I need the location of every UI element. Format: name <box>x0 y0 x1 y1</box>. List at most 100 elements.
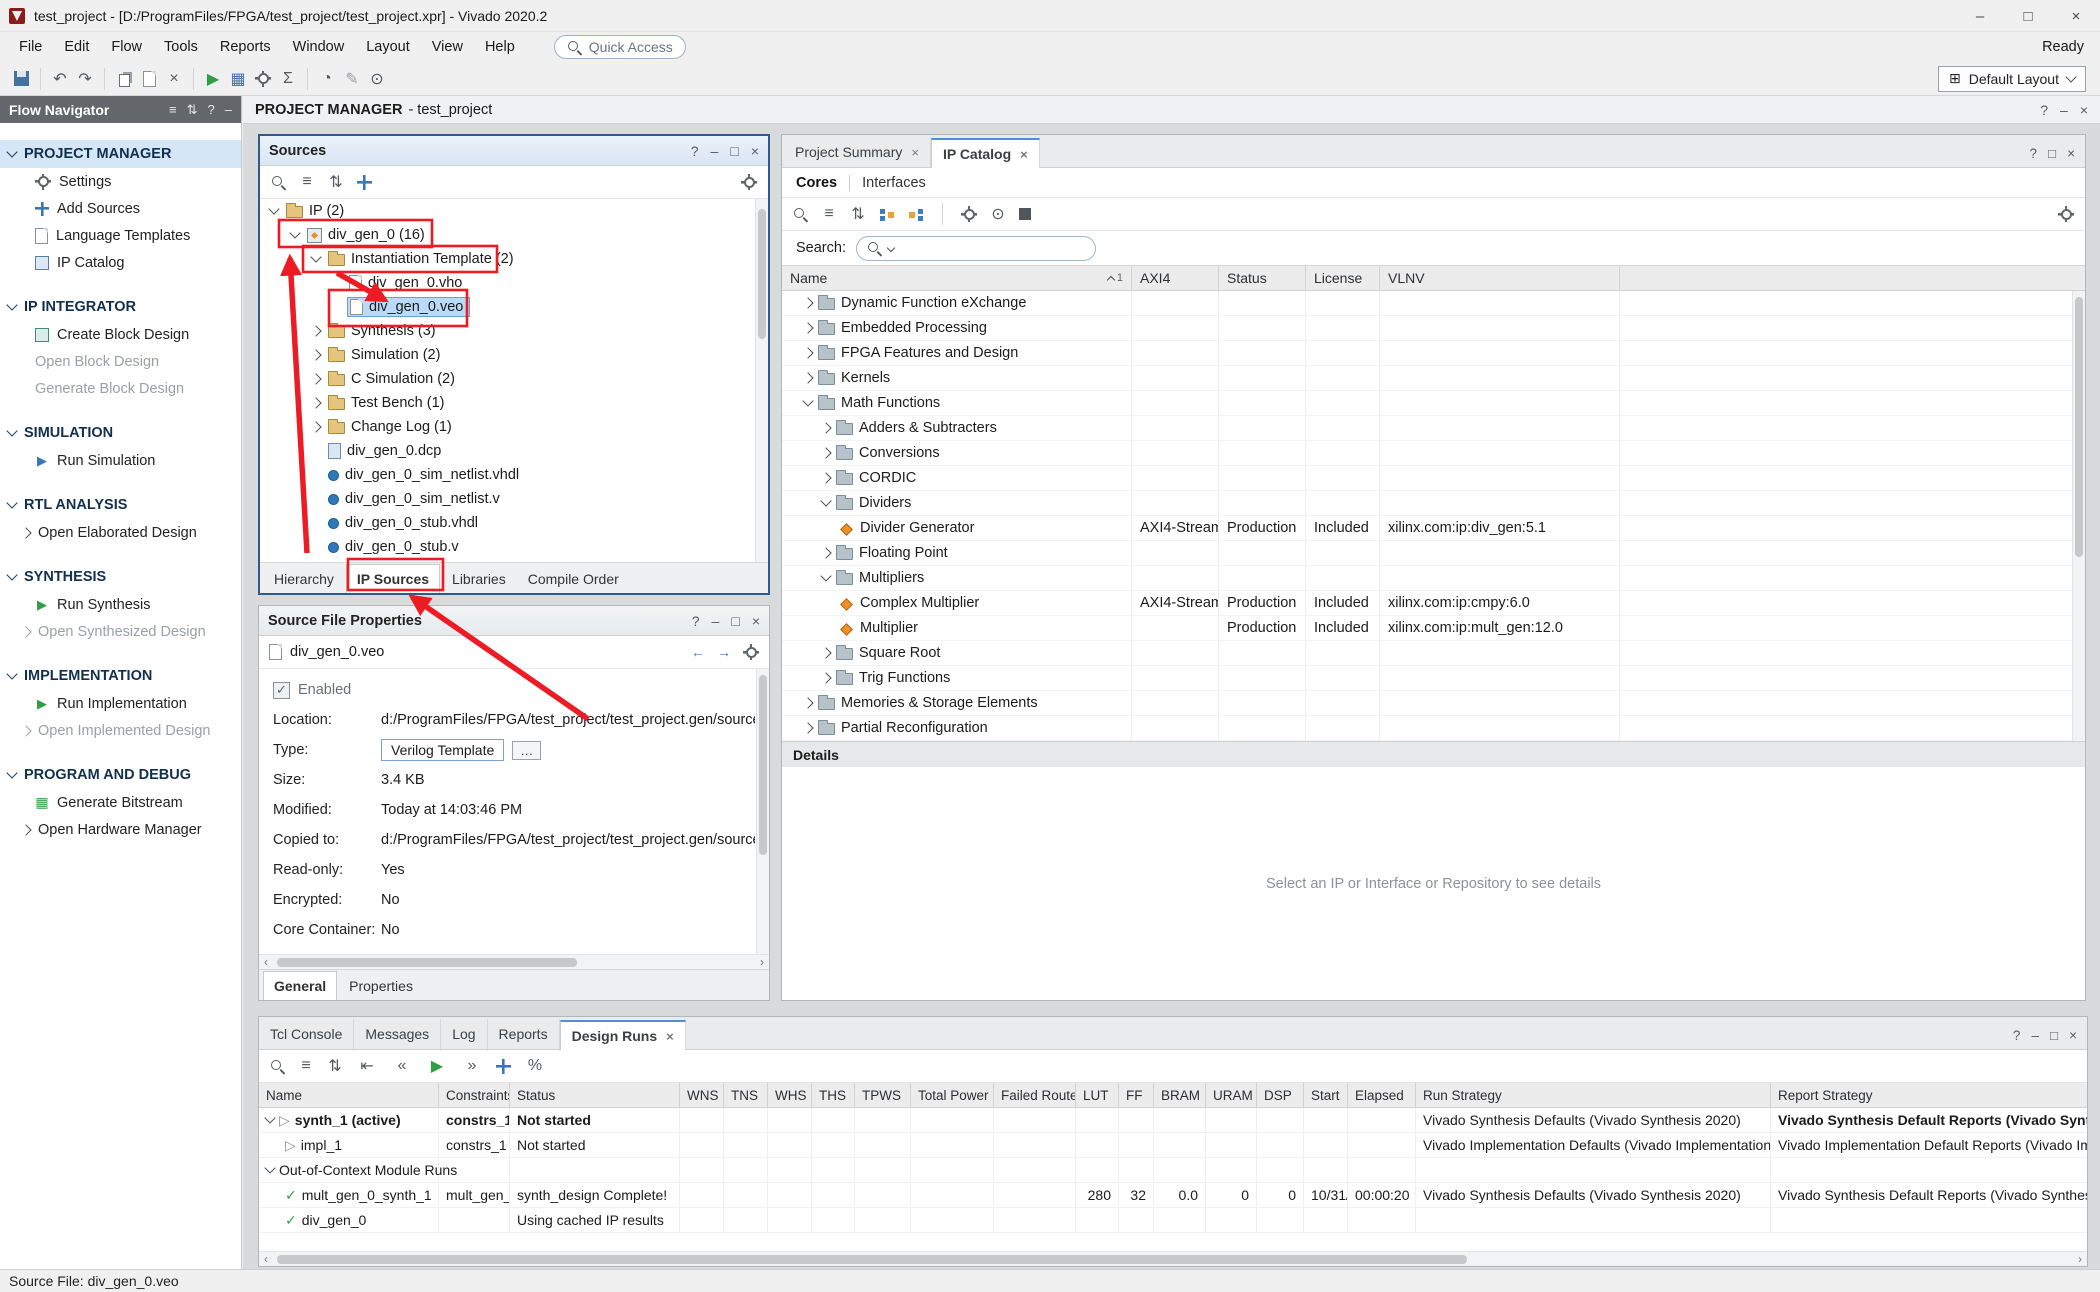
edit-icon[interactable]: ✎ <box>341 67 363 91</box>
catalog-row-divider-generator[interactable]: Divider Generator AXI4-StreamProductionI… <box>782 516 2085 541</box>
tree-item-stub-v[interactable]: div_gen_0_stub.v <box>260 535 768 559</box>
create-runs-icon[interactable] <box>496 1059 511 1074</box>
catalog-search-field[interactable] <box>856 236 1096 261</box>
menu-tools[interactable]: Tools <box>153 35 209 59</box>
run-row-synth-1[interactable]: ▷synth_1 (active) constrs_1 Not started … <box>259 1108 2087 1133</box>
column-status[interactable]: Status <box>1219 266 1306 290</box>
tab-compile-order[interactable]: Compile Order <box>518 565 629 593</box>
flownav-sort-icon[interactable]: ⇅ <box>187 102 198 118</box>
scroll-right-icon[interactable]: › <box>755 955 769 969</box>
column-report-strategy[interactable]: Report Strategy <box>1771 1083 2087 1107</box>
quick-access-search[interactable]: Quick Access <box>554 35 686 59</box>
column-ths[interactable]: THS <box>812 1083 855 1107</box>
help-icon[interactable]: ? <box>692 613 700 629</box>
flownav-menu-icon[interactable]: ≡ <box>169 102 177 118</box>
hierarchy-icon[interactable] <box>908 207 924 222</box>
catalog-row-cordic[interactable]: CORDIC <box>782 466 2085 491</box>
tree-item-stub-vhdl[interactable]: div_gen_0_stub.vhdl <box>260 511 768 535</box>
menu-help[interactable]: Help <box>474 35 526 59</box>
column-total-power[interactable]: Total Power <box>911 1083 994 1107</box>
catalog-row-kernels[interactable]: Kernels <box>782 366 2085 391</box>
undo-icon[interactable]: ↶ <box>49 67 71 91</box>
menu-window[interactable]: Window <box>282 35 356 59</box>
flownav-item-create-block-design[interactable]: Create Block Design <box>0 321 241 348</box>
design-runs-horizontal-scrollbar[interactable]: ‹ › <box>259 1251 2087 1266</box>
close-icon[interactable]: × <box>666 1029 674 1044</box>
run-row-div-gen[interactable]: ✓div_gen_0 Using cached IP results <box>259 1208 2087 1233</box>
minimize-icon[interactable]: ‒ <box>2060 102 2068 118</box>
catalog-row-conversions[interactable]: Conversions <box>782 441 2085 466</box>
column-status[interactable]: Status <box>510 1083 680 1107</box>
tree-item-synthesis[interactable]: Synthesis (3) <box>260 319 768 343</box>
scrollbar-thumb[interactable] <box>2075 297 2083 557</box>
column-name[interactable]: Name <box>259 1083 439 1107</box>
collapse-all-icon[interactable]: ≡ <box>821 202 837 226</box>
properties-panel-header[interactable]: Source File Properties ? ‒ □ × <box>259 606 769 636</box>
menu-view[interactable]: View <box>421 35 474 59</box>
tree-item-div-gen-0-dcp[interactable]: div_gen_0.dcp <box>260 439 768 463</box>
catalog-row-square-root[interactable]: Square Root <box>782 641 2085 666</box>
tab-properties[interactable]: Properties <box>339 972 423 1000</box>
window-maximize-button[interactable]: □ <box>2004 0 2052 32</box>
catalog-vertical-scrollbar[interactable] <box>2072 291 2085 741</box>
subtab-cores[interactable]: Cores <box>796 175 837 191</box>
flownav-item-run-simulation[interactable]: ▶ Run Simulation <box>0 447 241 474</box>
float-icon[interactable]: □ <box>730 143 738 159</box>
tab-messages[interactable]: Messages <box>354 1019 441 1049</box>
tree-item-div-gen-0-vho[interactable]: div_gen_0.vho <box>260 271 768 295</box>
sources-panel-header[interactable]: Sources ? ‒ □ × <box>260 136 768 166</box>
close-icon[interactable]: × <box>752 613 760 629</box>
minimize-icon[interactable]: ‒ <box>711 143 719 159</box>
flownav-section-simulation[interactable]: SIMULATION <box>0 419 241 447</box>
settings-gear-icon[interactable] <box>743 644 759 660</box>
column-wns[interactable]: WNS <box>680 1083 724 1107</box>
paste-icon[interactable] <box>143 71 156 87</box>
column-whs[interactable]: WHS <box>768 1083 812 1107</box>
type-select[interactable]: Verilog Template <box>381 739 504 761</box>
flownav-section-ip-integrator[interactable]: IP INTEGRATOR <box>0 293 241 321</box>
float-icon[interactable]: □ <box>731 613 739 629</box>
expand-collapse-icon[interactable]: ⇅ <box>328 170 344 194</box>
enabled-checkbox[interactable]: ✓ <box>273 682 290 699</box>
scroll-left-icon[interactable]: ‹ <box>259 1252 273 1266</box>
flownav-item-generate-bitstream[interactable]: ▦ Generate Bitstream <box>0 789 241 816</box>
catalog-row-floating-point[interactable]: Floating Point <box>782 541 2085 566</box>
close-icon[interactable]: × <box>2080 102 2088 118</box>
column-elapsed[interactable]: Elapsed <box>1348 1083 1416 1107</box>
sum-icon[interactable]: Σ <box>277 67 299 91</box>
properties-horizontal-scrollbar[interactable]: ‹ › <box>259 954 769 969</box>
run-row-impl-1[interactable]: ▷impl_1 constrs_1 Not started Vivado Imp… <box>259 1133 2087 1158</box>
copy-icon[interactable] <box>119 74 130 87</box>
tab-libraries[interactable]: Libraries <box>442 565 516 593</box>
flownav-minimize-icon[interactable]: ‒ <box>225 102 232 118</box>
flownav-item-ip-catalog[interactable]: IP Catalog <box>0 249 241 276</box>
subtab-interfaces[interactable]: Interfaces <box>862 175 926 191</box>
help-icon[interactable]: ? <box>2013 1028 2021 1043</box>
tree-item-div-gen-0-veo[interactable]: div_gen_0.veo <box>260 295 768 319</box>
tree-item-sim-netlist-vhdl[interactable]: div_gen_0_sim_netlist.vhdl <box>260 463 768 487</box>
properties-vertical-scrollbar[interactable] <box>756 669 769 954</box>
column-name[interactable]: Name 1 <box>782 266 1132 290</box>
window-close-button[interactable]: × <box>2052 0 2100 32</box>
run-icon[interactable]: ▶ <box>202 67 224 91</box>
column-run-strategy[interactable]: Run Strategy <box>1416 1083 1771 1107</box>
expand-collapse-icon[interactable]: ⇅ <box>327 1054 343 1078</box>
menu-layout[interactable]: Layout <box>355 35 421 59</box>
details-header[interactable]: Details <box>782 741 2085 767</box>
tree-item-instantiation-template[interactable]: Instantiation Template (2) <box>260 247 768 271</box>
flownav-item-open-hardware-manager[interactable]: Open Hardware Manager <box>0 816 241 843</box>
close-icon[interactable]: × <box>2069 1028 2077 1043</box>
flownav-item-open-block-design[interactable]: Open Block Design <box>0 348 241 375</box>
catalog-row-fpga-features[interactable]: FPGA Features and Design <box>782 341 2085 366</box>
menu-file[interactable]: File <box>8 35 53 59</box>
layout-selector[interactable]: ⊞ Default Layout <box>1938 66 2086 92</box>
percent-icon[interactable]: % <box>524 1054 546 1078</box>
scrollbar-thumb[interactable] <box>759 675 767 855</box>
float-icon[interactable]: □ <box>2048 146 2056 161</box>
column-tns[interactable]: TNS <box>724 1083 768 1107</box>
type-browse-button[interactable]: … <box>512 741 541 760</box>
flownav-section-program-and-debug[interactable]: PROGRAM AND DEBUG <box>0 761 241 789</box>
column-tpws[interactable]: TPWS <box>855 1083 911 1107</box>
run-row-out-of-context[interactable]: Out-of-Context Module Runs <box>259 1158 2087 1183</box>
tab-design-runs[interactable]: Design Runs × <box>560 1020 686 1050</box>
